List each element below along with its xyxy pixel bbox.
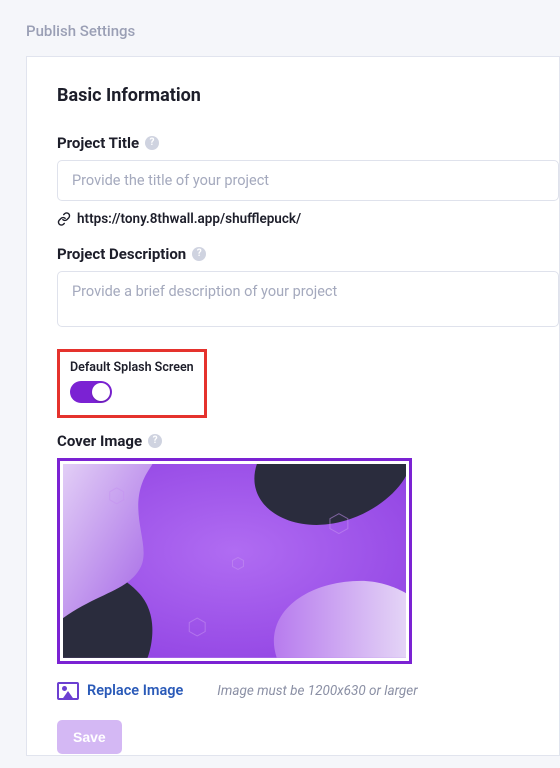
project-url-row: https://tony.8thwall.app/shufflepuck/ [57, 211, 559, 227]
link-icon [57, 212, 71, 226]
cover-image-frame[interactable] [57, 458, 412, 664]
cover-actions-row: Replace Image Image must be 1200x630 or … [57, 682, 559, 700]
help-icon[interactable]: ? [148, 434, 162, 448]
default-splash-label: Default Splash Screen [70, 360, 194, 375]
default-splash-toggle[interactable] [70, 381, 112, 403]
project-description-group: Project Description ? [57, 245, 559, 331]
toggle-knob [92, 383, 110, 401]
default-splash-highlight: Default Splash Screen [57, 349, 207, 418]
help-icon[interactable]: ? [145, 136, 159, 150]
save-button[interactable]: Save [57, 720, 122, 754]
cover-image-label: Cover Image [57, 432, 142, 450]
project-title-input[interactable] [57, 160, 559, 201]
page-title: Publish Settings [0, 0, 560, 56]
basic-information-card: Basic Information Project Title ? https:… [26, 56, 560, 756]
help-icon[interactable]: ? [192, 247, 206, 261]
basic-info-heading: Basic Information [57, 85, 559, 106]
cover-image-preview [63, 464, 406, 658]
cover-size-hint: Image must be 1200x630 or larger [217, 683, 417, 699]
project-description-input[interactable] [57, 271, 559, 327]
project-title-label: Project Title [57, 134, 139, 152]
image-icon [57, 682, 79, 700]
project-title-group: Project Title ? https://tony.8thwall.app… [57, 134, 559, 227]
project-description-label: Project Description [57, 245, 186, 263]
replace-image-button[interactable]: Replace Image [57, 682, 183, 700]
project-url-text: https://tony.8thwall.app/shufflepuck/ [77, 211, 301, 227]
replace-image-label: Replace Image [87, 682, 183, 699]
